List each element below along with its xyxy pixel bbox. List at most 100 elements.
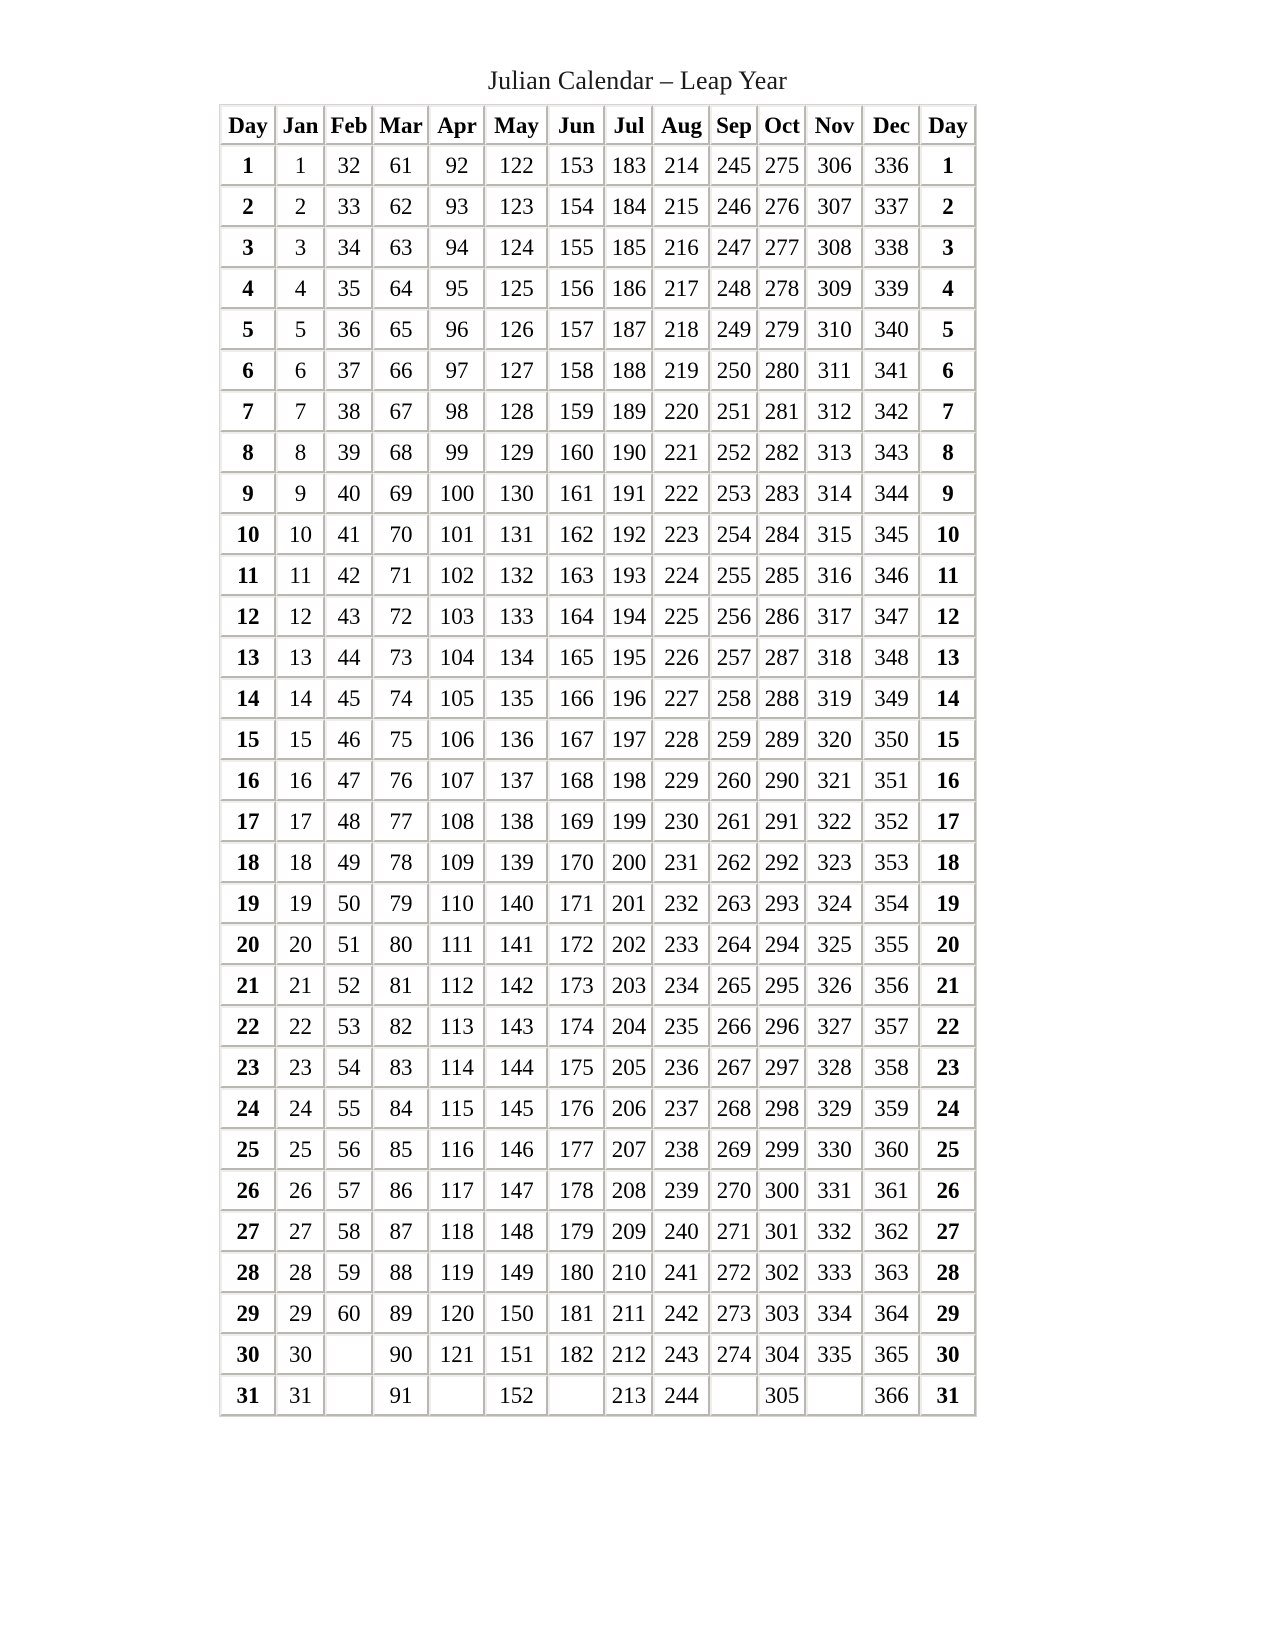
table-row: 31 31 91 152 213 244 305 366 31 bbox=[220, 1375, 976, 1416]
julian-day-cell: 19 bbox=[276, 883, 325, 924]
julian-day-cell: 184 bbox=[605, 186, 653, 227]
day-number-cell: 31 bbox=[220, 1375, 276, 1416]
julian-day-cell: 284 bbox=[758, 514, 806, 555]
julian-day-cell: 274 bbox=[710, 1334, 758, 1375]
julian-day-cell: 47 bbox=[325, 760, 373, 801]
julian-day-cell: 336 bbox=[863, 145, 920, 186]
julian-day-cell: 248 bbox=[710, 268, 758, 309]
day-number-cell: 15 bbox=[920, 719, 976, 760]
julian-day-cell: 345 bbox=[863, 514, 920, 555]
julian-day-cell: 233 bbox=[653, 924, 710, 965]
julian-day-cell: 37 bbox=[325, 350, 373, 391]
day-number-cell: 8 bbox=[220, 432, 276, 473]
julian-day-cell: 128 bbox=[485, 391, 548, 432]
julian-day-cell: 188 bbox=[605, 350, 653, 391]
julian-day-cell: 355 bbox=[863, 924, 920, 965]
julian-day-cell: 43 bbox=[325, 596, 373, 637]
day-number-cell: 25 bbox=[920, 1129, 976, 1170]
julian-day-cell: 276 bbox=[758, 186, 806, 227]
julian-day-cell: 165 bbox=[548, 637, 605, 678]
julian-day-cell: 252 bbox=[710, 432, 758, 473]
julian-day-cell: 32 bbox=[325, 145, 373, 186]
julian-day-cell: 262 bbox=[710, 842, 758, 883]
julian-day-cell: 97 bbox=[429, 350, 485, 391]
julian-day-cell: 119 bbox=[429, 1252, 485, 1293]
julian-day-cell: 40 bbox=[325, 473, 373, 514]
table-body: 1 1 32 61 92 122 153 183 214 245 275 306 336 1 2 2 33 62 9… bbox=[220, 145, 976, 1416]
julian-day-cell: 297 bbox=[758, 1047, 806, 1088]
julian-day-cell: 16 bbox=[276, 760, 325, 801]
julian-day-cell: 127 bbox=[485, 350, 548, 391]
julian-day-cell: 322 bbox=[806, 801, 863, 842]
julian-day-cell: 349 bbox=[863, 678, 920, 719]
julian-day-cell: 171 bbox=[548, 883, 605, 924]
column-header-oct: Oct bbox=[758, 105, 806, 145]
julian-day-cell: 31 bbox=[276, 1375, 325, 1416]
julian-day-cell: 277 bbox=[758, 227, 806, 268]
julian-day-cell: 9 bbox=[276, 473, 325, 514]
julian-day-cell: 190 bbox=[605, 432, 653, 473]
julian-day-cell: 134 bbox=[485, 637, 548, 678]
julian-day-cell: 346 bbox=[863, 555, 920, 596]
julian-day-cell: 294 bbox=[758, 924, 806, 965]
julian-day-cell: 14 bbox=[276, 678, 325, 719]
julian-day-cell: 150 bbox=[485, 1293, 548, 1334]
julian-day-cell: 266 bbox=[710, 1006, 758, 1047]
julian-day-cell: 316 bbox=[806, 555, 863, 596]
julian-day-cell: 298 bbox=[758, 1088, 806, 1129]
julian-day-cell: 132 bbox=[485, 555, 548, 596]
julian-day-cell: 8 bbox=[276, 432, 325, 473]
julian-day-cell bbox=[429, 1375, 485, 1416]
julian-day-cell: 59 bbox=[325, 1252, 373, 1293]
julian-day-cell: 125 bbox=[485, 268, 548, 309]
julian-day-cell bbox=[806, 1375, 863, 1416]
table-row: 9 9 40 69 100 130 161 191 222 253 283 314 344 9 bbox=[220, 473, 976, 514]
julian-day-cell: 64 bbox=[373, 268, 429, 309]
julian-day-cell: 169 bbox=[548, 801, 605, 842]
julian-day-cell: 341 bbox=[863, 350, 920, 391]
julian-day-cell: 235 bbox=[653, 1006, 710, 1047]
julian-day-cell: 162 bbox=[548, 514, 605, 555]
julian-day-cell: 223 bbox=[653, 514, 710, 555]
day-number-cell: 21 bbox=[220, 965, 276, 1006]
julian-day-cell: 335 bbox=[806, 1334, 863, 1375]
julian-day-cell: 234 bbox=[653, 965, 710, 1006]
julian-day-cell: 200 bbox=[605, 842, 653, 883]
julian-day-cell: 129 bbox=[485, 432, 548, 473]
julian-day-cell: 216 bbox=[653, 227, 710, 268]
day-number-cell: 20 bbox=[220, 924, 276, 965]
julian-day-cell: 58 bbox=[325, 1211, 373, 1252]
day-number-cell: 13 bbox=[220, 637, 276, 678]
julian-day-cell: 325 bbox=[806, 924, 863, 965]
julian-day-cell: 51 bbox=[325, 924, 373, 965]
julian-day-cell: 328 bbox=[806, 1047, 863, 1088]
julian-day-cell: 303 bbox=[758, 1293, 806, 1334]
julian-day-cell: 118 bbox=[429, 1211, 485, 1252]
day-number-cell: 14 bbox=[920, 678, 976, 719]
day-number-cell: 27 bbox=[920, 1211, 976, 1252]
julian-day-cell: 211 bbox=[605, 1293, 653, 1334]
julian-day-cell: 287 bbox=[758, 637, 806, 678]
julian-day-cell: 263 bbox=[710, 883, 758, 924]
julian-day-cell: 120 bbox=[429, 1293, 485, 1334]
day-number-cell: 1 bbox=[220, 145, 276, 186]
page: Julian Calendar – Leap Year Day Jan Feb Mar… bbox=[0, 0, 1275, 1650]
julian-day-cell: 108 bbox=[429, 801, 485, 842]
julian-day-cell: 82 bbox=[373, 1006, 429, 1047]
page-title: Julian Calendar – Leap Year bbox=[487, 66, 788, 95]
julian-day-cell: 166 bbox=[548, 678, 605, 719]
julian-day-cell: 172 bbox=[548, 924, 605, 965]
julian-day-cell: 214 bbox=[653, 145, 710, 186]
julian-day-cell: 245 bbox=[710, 145, 758, 186]
julian-day-cell: 138 bbox=[485, 801, 548, 842]
julian-day-cell: 201 bbox=[605, 883, 653, 924]
julian-calendar-table-wrapper: Day Jan Feb Mar Apr May Jun Jul Aug Sep Oct Nov Dec D… bbox=[219, 104, 977, 1417]
table-row: 6 6 37 66 97 127 158 188 219 250 280 311 341 6 bbox=[220, 350, 976, 391]
julian-day-cell: 302 bbox=[758, 1252, 806, 1293]
julian-day-cell: 352 bbox=[863, 801, 920, 842]
julian-day-cell: 212 bbox=[605, 1334, 653, 1375]
day-number-cell: 1 bbox=[920, 145, 976, 186]
day-number-cell: 9 bbox=[920, 473, 976, 514]
column-header-sep: Sep bbox=[710, 105, 758, 145]
julian-day-cell: 74 bbox=[373, 678, 429, 719]
